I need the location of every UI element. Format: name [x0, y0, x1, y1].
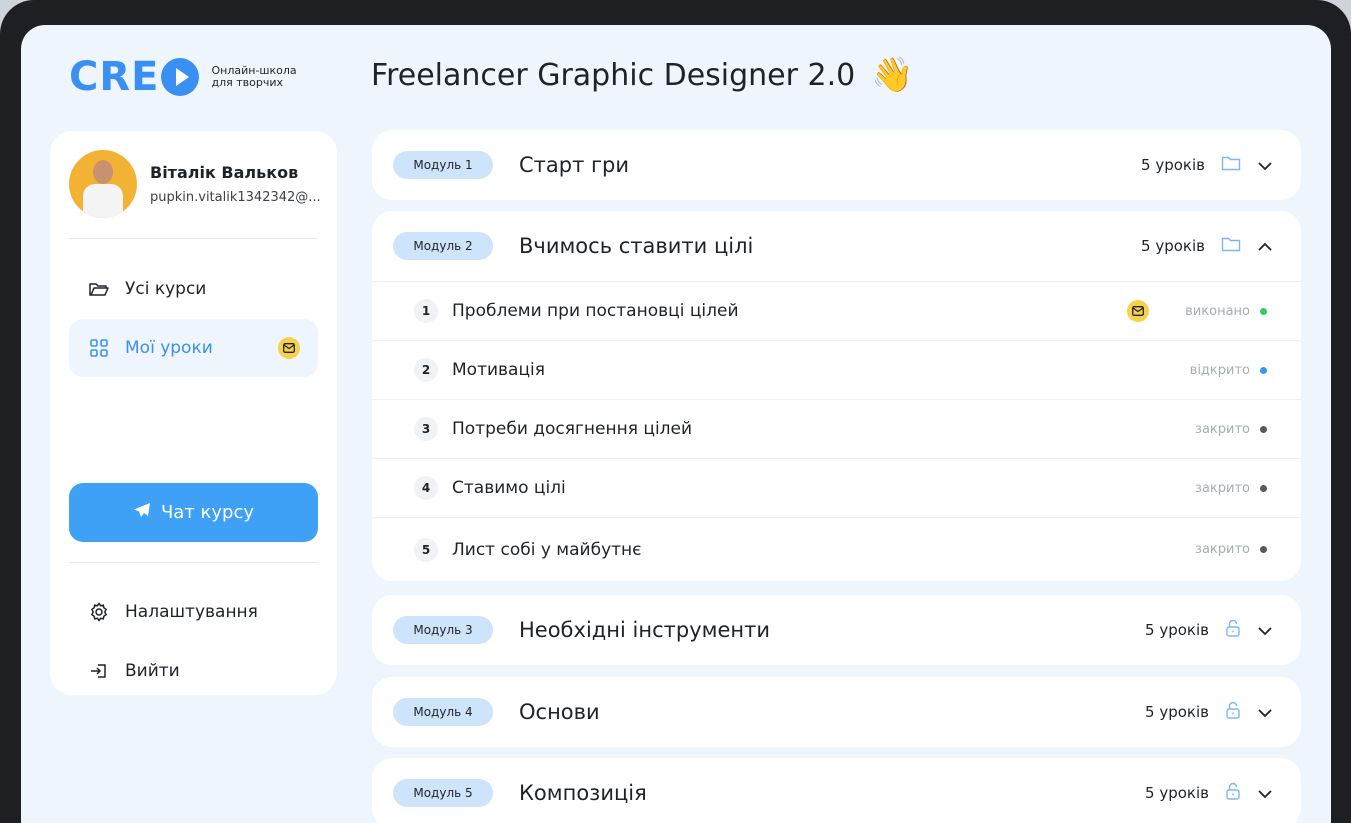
logo-text: CRE: [69, 54, 160, 100]
lock-icon: [1225, 782, 1241, 804]
logo-wordmark: CRE: [69, 54, 200, 100]
module-card: Модуль 5 Композиція 5 уроків: [372, 758, 1301, 823]
nav-my-lessons-label: Мої уроки: [125, 338, 213, 358]
lock-icon: [1225, 619, 1241, 641]
lesson-row[interactable]: 3 Потреби досягнення цілей закрито: [372, 399, 1301, 458]
sidebar: Віталік Вальков pupkin.vitalik1342342@..…: [50, 131, 337, 695]
module-badge: Модуль 4: [393, 698, 493, 726]
module-title: Вчимось ставити цілі: [519, 234, 754, 258]
folder-icon: [1221, 155, 1241, 175]
module-header[interactable]: Модуль 4 Основи 5 уроків: [372, 677, 1301, 747]
nav-logout[interactable]: Вийти: [69, 642, 318, 700]
lesson-number: 2: [414, 358, 438, 382]
logo-play-icon: [161, 58, 200, 96]
folder-open-icon: [89, 279, 109, 299]
lesson-count: 5 уроків: [1141, 156, 1205, 174]
chat-course-label: Чат курсу: [160, 502, 255, 523]
lesson-status: закрито: [1195, 421, 1250, 437]
lesson-number: 3: [414, 417, 438, 441]
lesson-status: закрито: [1195, 480, 1250, 496]
lesson-title: Потреби досягнення цілей: [452, 419, 693, 439]
lesson-row[interactable]: 2 Мотивація відкрито: [372, 340, 1301, 399]
lesson-title: Проблеми при постановці цілей: [452, 301, 739, 321]
module-header[interactable]: Модуль 2 Вчимось ставити цілі 5 уроків: [372, 211, 1301, 281]
gear-icon: [89, 602, 109, 622]
module-header[interactable]: Модуль 1 Старт гри 5 уроків: [372, 130, 1301, 200]
lesson-number: 5: [414, 537, 438, 562]
nav-my-lessons[interactable]: Мої уроки: [69, 319, 318, 377]
lesson-row[interactable]: 5 Лист собі у майбутнє закрито: [372, 517, 1301, 581]
lesson-count: 5 уроків: [1145, 703, 1209, 721]
lesson-status: відкрито: [1189, 362, 1250, 378]
logout-icon: [89, 661, 109, 681]
module-badge: Модуль 3: [393, 616, 493, 644]
folder-icon: [1221, 236, 1241, 256]
lesson-count: 5 уроків: [1145, 621, 1209, 639]
module-badge: Модуль 5: [393, 779, 493, 807]
lesson-status: закрито: [1195, 542, 1250, 557]
mail-icon: [278, 337, 300, 359]
module-badge: Модуль 1: [393, 151, 493, 179]
lesson-row[interactable]: 4 Ставимо цілі закрито: [372, 458, 1301, 517]
nav-all-courses-label: Усі курси: [125, 279, 207, 299]
divider: [69, 562, 318, 563]
course-title: Freelancer Graphic Designer 2.0: [371, 57, 856, 93]
logo[interactable]: CRE Онлайн-школа для творчих: [69, 57, 297, 97]
page-title: Freelancer Graphic Designer 2.0 👋: [371, 55, 914, 95]
app-screen: CRE Онлайн-школа для творчих Freelancer …: [21, 25, 1331, 823]
module-title: Старт гри: [519, 153, 630, 177]
module-card: Модуль 3 Необхідні інструменти 5 уроків: [372, 595, 1301, 665]
lesson-count: 5 уроків: [1145, 784, 1209, 802]
status-dot: [1260, 366, 1267, 374]
telegram-icon: [133, 502, 151, 523]
status-dot: [1260, 484, 1267, 492]
nav-all-courses[interactable]: Усі курси: [69, 260, 318, 318]
status-dot: [1260, 307, 1267, 315]
lesson-status: виконано: [1185, 303, 1250, 319]
waving-hand-icon: 👋: [871, 55, 914, 95]
lesson-row[interactable]: 1 Проблеми при постановці цілей виконано: [372, 281, 1301, 340]
lesson-title: Ставимо цілі: [452, 478, 566, 498]
module-card-expanded: Модуль 2 Вчимось ставити цілі 5 уроків 1…: [372, 211, 1301, 581]
module-header[interactable]: Модуль 3 Необхідні інструменти 5 уроків: [372, 595, 1301, 665]
status-dot: [1260, 546, 1267, 553]
module-title: Композиція: [519, 781, 647, 805]
tagline-line-2: для творчих: [211, 76, 283, 89]
chevron-up-icon[interactable]: [1257, 237, 1273, 256]
chevron-down-icon[interactable]: [1257, 621, 1273, 640]
logo-tagline: Онлайн-школа для творчих: [211, 65, 296, 89]
chevron-down-icon[interactable]: [1257, 784, 1273, 803]
module-badge: Модуль 2: [393, 232, 493, 260]
divider: [69, 238, 318, 239]
lock-icon: [1225, 701, 1241, 723]
nav-settings[interactable]: Налаштування: [69, 583, 318, 641]
grid-icon: [89, 338, 109, 358]
nav-settings-label: Налаштування: [125, 602, 258, 622]
lesson-title: Мотивація: [452, 360, 545, 380]
mail-icon[interactable]: [1127, 300, 1150, 322]
module-card: Модуль 1 Старт гри 5 уроків: [372, 130, 1301, 200]
lesson-title: Лист собі у майбутнє: [452, 539, 642, 560]
nav-logout-label: Вийти: [125, 661, 180, 681]
lesson-count: 5 уроків: [1141, 237, 1205, 255]
module-header[interactable]: Модуль 5 Композиція 5 уроків: [372, 758, 1301, 823]
user-name: Віталік Вальков: [150, 163, 299, 182]
user-email: pupkin.vitalik1342342@...: [150, 190, 321, 205]
lesson-number: 4: [414, 476, 438, 500]
avatar: [69, 150, 137, 218]
chat-course-button[interactable]: Чат курсу: [69, 483, 318, 542]
module-title: Необхідні інструменти: [519, 618, 771, 642]
module-title: Основи: [519, 700, 600, 724]
user-profile[interactable]: Віталік Вальков pupkin.vitalik1342342@..…: [69, 150, 321, 218]
status-dot: [1260, 425, 1267, 433]
chevron-down-icon[interactable]: [1257, 156, 1273, 175]
module-card: Модуль 4 Основи 5 уроків: [372, 677, 1301, 747]
chevron-down-icon[interactable]: [1257, 703, 1273, 722]
lesson-number: 1: [414, 299, 438, 323]
